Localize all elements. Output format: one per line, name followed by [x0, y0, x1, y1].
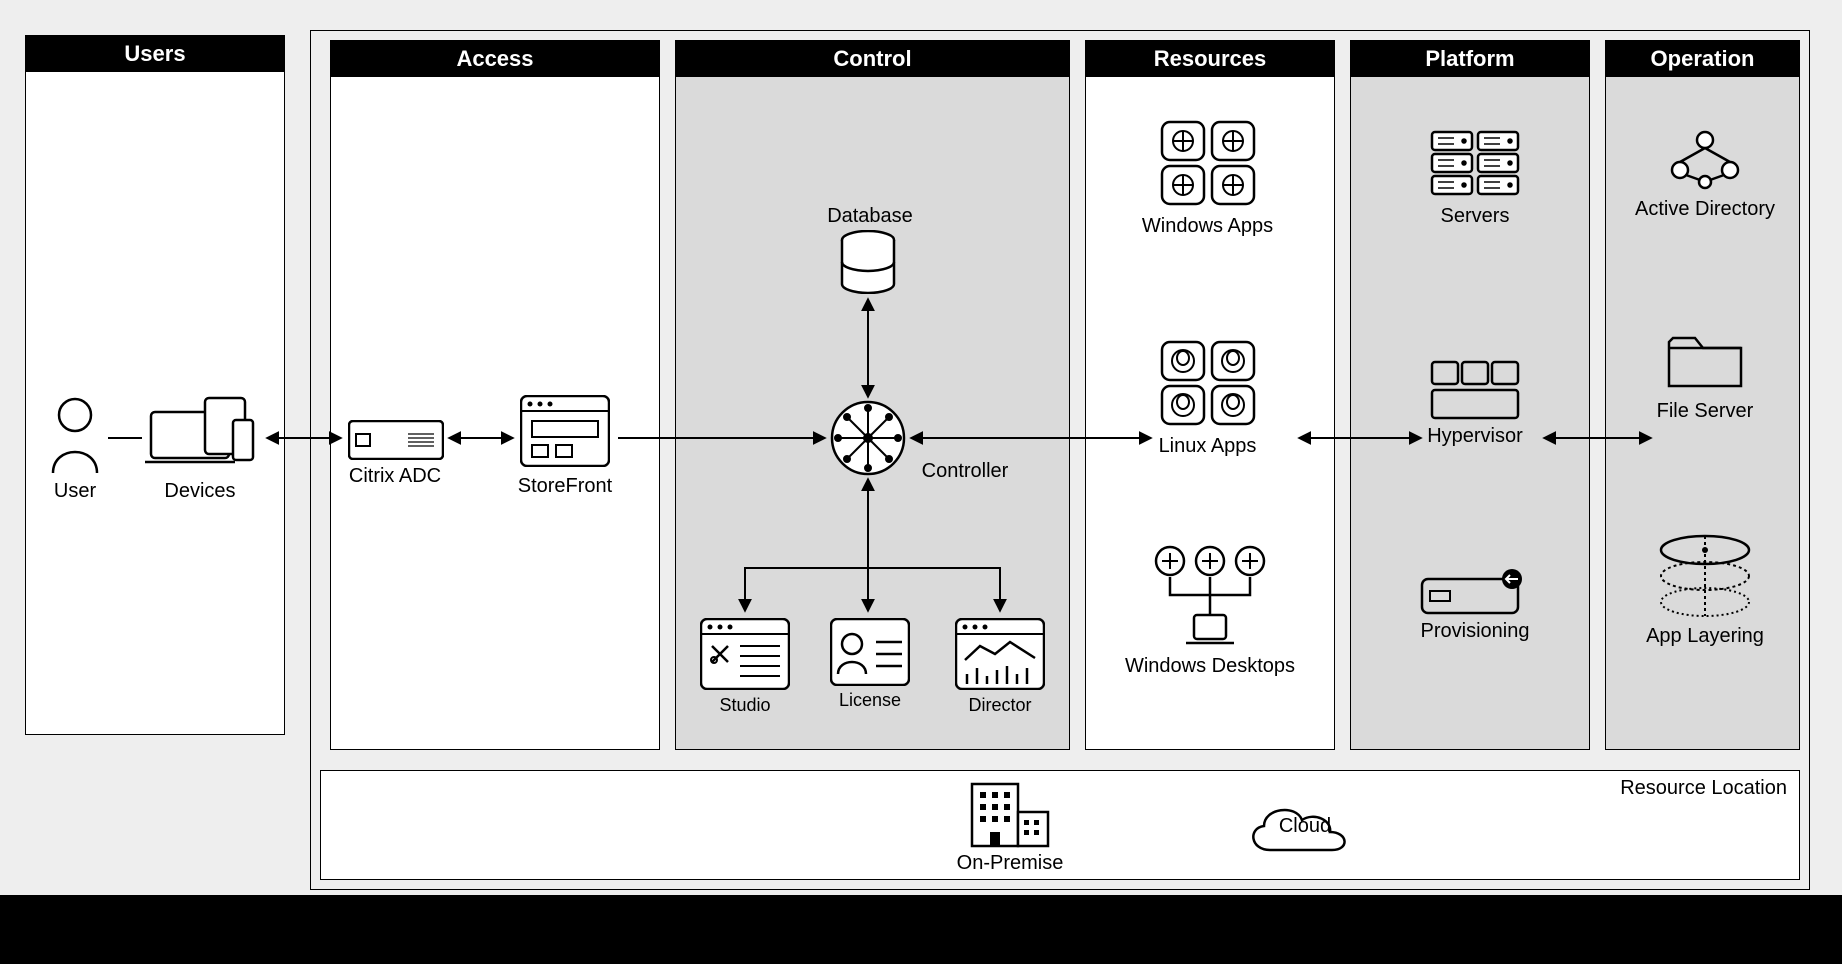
arrows-layer — [0, 0, 1842, 900]
diagram-canvas: Users Access Control Resources Platform … — [0, 0, 1842, 964]
bottom-strip — [0, 895, 1842, 964]
